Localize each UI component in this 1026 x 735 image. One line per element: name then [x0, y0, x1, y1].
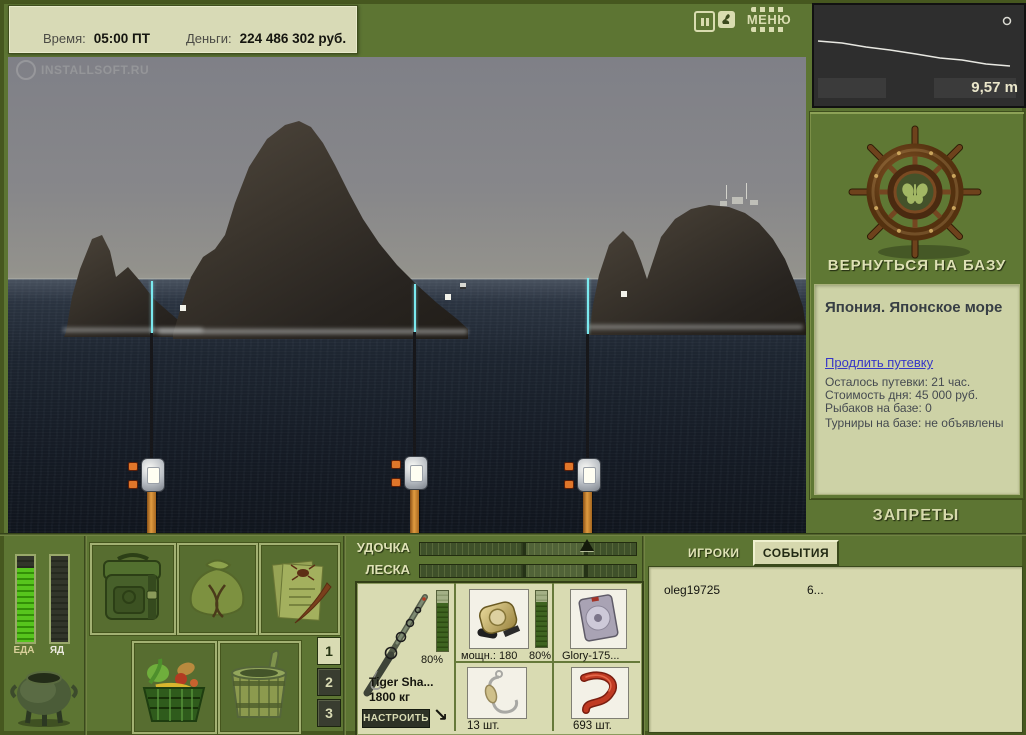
poison-label: ЯД — [42, 645, 72, 656]
rod-condition-bar — [419, 542, 637, 556]
time-money-panel: Время: 05:00 ПТ Деньги: 224 486 302 руб. — [8, 5, 358, 54]
ship-wheel-icon[interactable] — [840, 124, 994, 264]
money-value: 224 486 302 руб. — [240, 31, 347, 46]
extend-trip-link[interactable]: Продлить путевку — [825, 355, 933, 370]
tackle-panel: 80% Tiger Sha... 1800 кг НАСТРОИТЬ ↘ мощ… — [355, 581, 644, 735]
fishing-rod-1[interactable] — [128, 279, 188, 535]
money-label: Деньги: — [186, 31, 232, 46]
pause-button[interactable] — [694, 11, 715, 32]
gear-teeth-icon — [751, 27, 787, 32]
time-label: Время: — [43, 31, 86, 46]
food-basket-button[interactable] — [132, 641, 217, 734]
bite-marker-3 — [621, 291, 627, 297]
line-item-icon — [571, 590, 626, 648]
rest-button[interactable] — [718, 11, 735, 28]
line-bar-label: ЛЕСКА — [340, 562, 410, 577]
time-value: 05:00 ПТ — [94, 31, 150, 46]
rod-durability-bar — [436, 590, 449, 652]
documents-button[interactable] — [259, 543, 340, 635]
players-list: oleg19725 6... — [648, 566, 1023, 733]
fishing-line — [151, 281, 153, 333]
game-window: Время: 05:00 ПТ Деньги: 224 486 302 руб.… — [0, 0, 1026, 735]
depth-profile-line — [818, 41, 1010, 66]
documents-icon — [261, 545, 338, 633]
bait-item-icon — [572, 668, 628, 718]
reel-durability-value: 80% — [529, 650, 551, 662]
antenna-icon — [746, 183, 747, 199]
fishing-rod-2[interactable] — [391, 282, 451, 535]
hook-item-icon — [468, 668, 526, 718]
money-pouch-icon — [179, 545, 256, 633]
fishing-line — [587, 278, 589, 334]
rod-slot-1[interactable]: 1 — [317, 637, 341, 665]
rod-name: Tiger Sha... — [369, 675, 433, 689]
pause-icon — [701, 18, 704, 26]
rod-capacity: 1800 кг — [369, 690, 410, 704]
rod-bar-marker-icon — [580, 539, 594, 551]
watermark: INSTALLSOFT.RU — [16, 60, 149, 80]
boat — [460, 283, 466, 289]
hook-count: 13 шт. — [467, 720, 499, 732]
bans-button[interactable]: ЗАПРЕТЫ — [806, 507, 1026, 525]
bite-marker-1 — [180, 305, 186, 311]
depth-chart: 9,57 m — [812, 3, 1026, 108]
reel-item-icon — [470, 590, 528, 648]
bucket-button[interactable] — [218, 641, 301, 734]
fishing-line — [414, 284, 416, 332]
tackle-box-button[interactable] — [90, 543, 176, 635]
menu-button[interactable]: МЕНЮ — [740, 7, 798, 32]
rest-icon — [718, 11, 735, 28]
watermark-logo-icon — [16, 60, 36, 80]
location-title: Япония. Японское море — [825, 299, 1002, 316]
tab-events[interactable]: СОБЫТИЯ — [753, 540, 839, 566]
rod-pole — [586, 334, 589, 462]
bait-count: 693 шт. — [573, 720, 612, 732]
rod-slot-2[interactable]: 2 — [317, 668, 341, 696]
trip-info-box: Япония. Японское море Продлить путевку О… — [814, 284, 1020, 495]
trip-info-line: Рыбаков на базе: 0 — [825, 401, 1015, 415]
line-condition-bar — [419, 564, 637, 578]
menu-label: МЕНЮ — [740, 12, 798, 27]
hook-item[interactable] — [467, 667, 527, 719]
trip-info-line: Турниры на базе: не объявлены — [825, 416, 1015, 430]
player-info: 6... — [807, 583, 824, 597]
line-name: Glory-175... — [562, 650, 619, 662]
rod-pole — [150, 333, 153, 463]
bite-marker-2 — [445, 294, 451, 300]
base-panel: ВЕРНУТЬСЯ НА БАЗУ Япония. Японское море … — [809, 111, 1025, 500]
tackle-box-icon — [92, 545, 174, 633]
fishing-rod-3[interactable] — [564, 276, 624, 535]
trip-info-line: Осталось путевки: 21 час. — [825, 375, 1015, 389]
player-name[interactable]: oleg19725 — [664, 583, 720, 597]
configure-button[interactable]: НАСТРОИТЬ — [362, 709, 430, 728]
food-bar — [15, 554, 36, 644]
reel-durability-bar — [535, 590, 548, 648]
rod-slot-3[interactable]: 3 — [317, 699, 341, 727]
cooking-pot-button[interactable] — [10, 660, 78, 730]
depth-value: 9,57 m — [971, 79, 1018, 96]
reel-power: мощн.: 180 — [461, 650, 517, 662]
money-pouch-button[interactable] — [177, 543, 258, 635]
antenna-icon — [726, 185, 727, 199]
reel-item[interactable] — [469, 589, 529, 649]
scene-viewport[interactable]: INSTALLSOFT.RU — [8, 57, 806, 535]
food-basket-icon — [134, 643, 215, 732]
line-item[interactable] — [570, 589, 627, 649]
sonar-marker-icon — [1004, 18, 1011, 25]
food-label: ЕДА — [7, 645, 41, 656]
tab-players[interactable]: ИГРОКИ — [688, 546, 740, 560]
bucket-icon — [220, 643, 299, 732]
food-bar-fill — [17, 568, 34, 642]
rod-pole — [413, 332, 416, 460]
cast-arrow-icon[interactable]: ↘ — [433, 705, 448, 726]
rod-bar-label: УДОЧКА — [340, 540, 410, 555]
poison-bar — [49, 554, 70, 644]
trip-info-line: Стоимость дня: 45 000 руб. — [825, 388, 1015, 402]
bait-item[interactable] — [571, 667, 629, 719]
lighthouse-buildings — [720, 201, 727, 206]
rod-durability-value: 80% — [421, 654, 443, 666]
return-to-base-button[interactable]: ВЕРНУТЬСЯ НА БАЗУ — [810, 257, 1024, 274]
